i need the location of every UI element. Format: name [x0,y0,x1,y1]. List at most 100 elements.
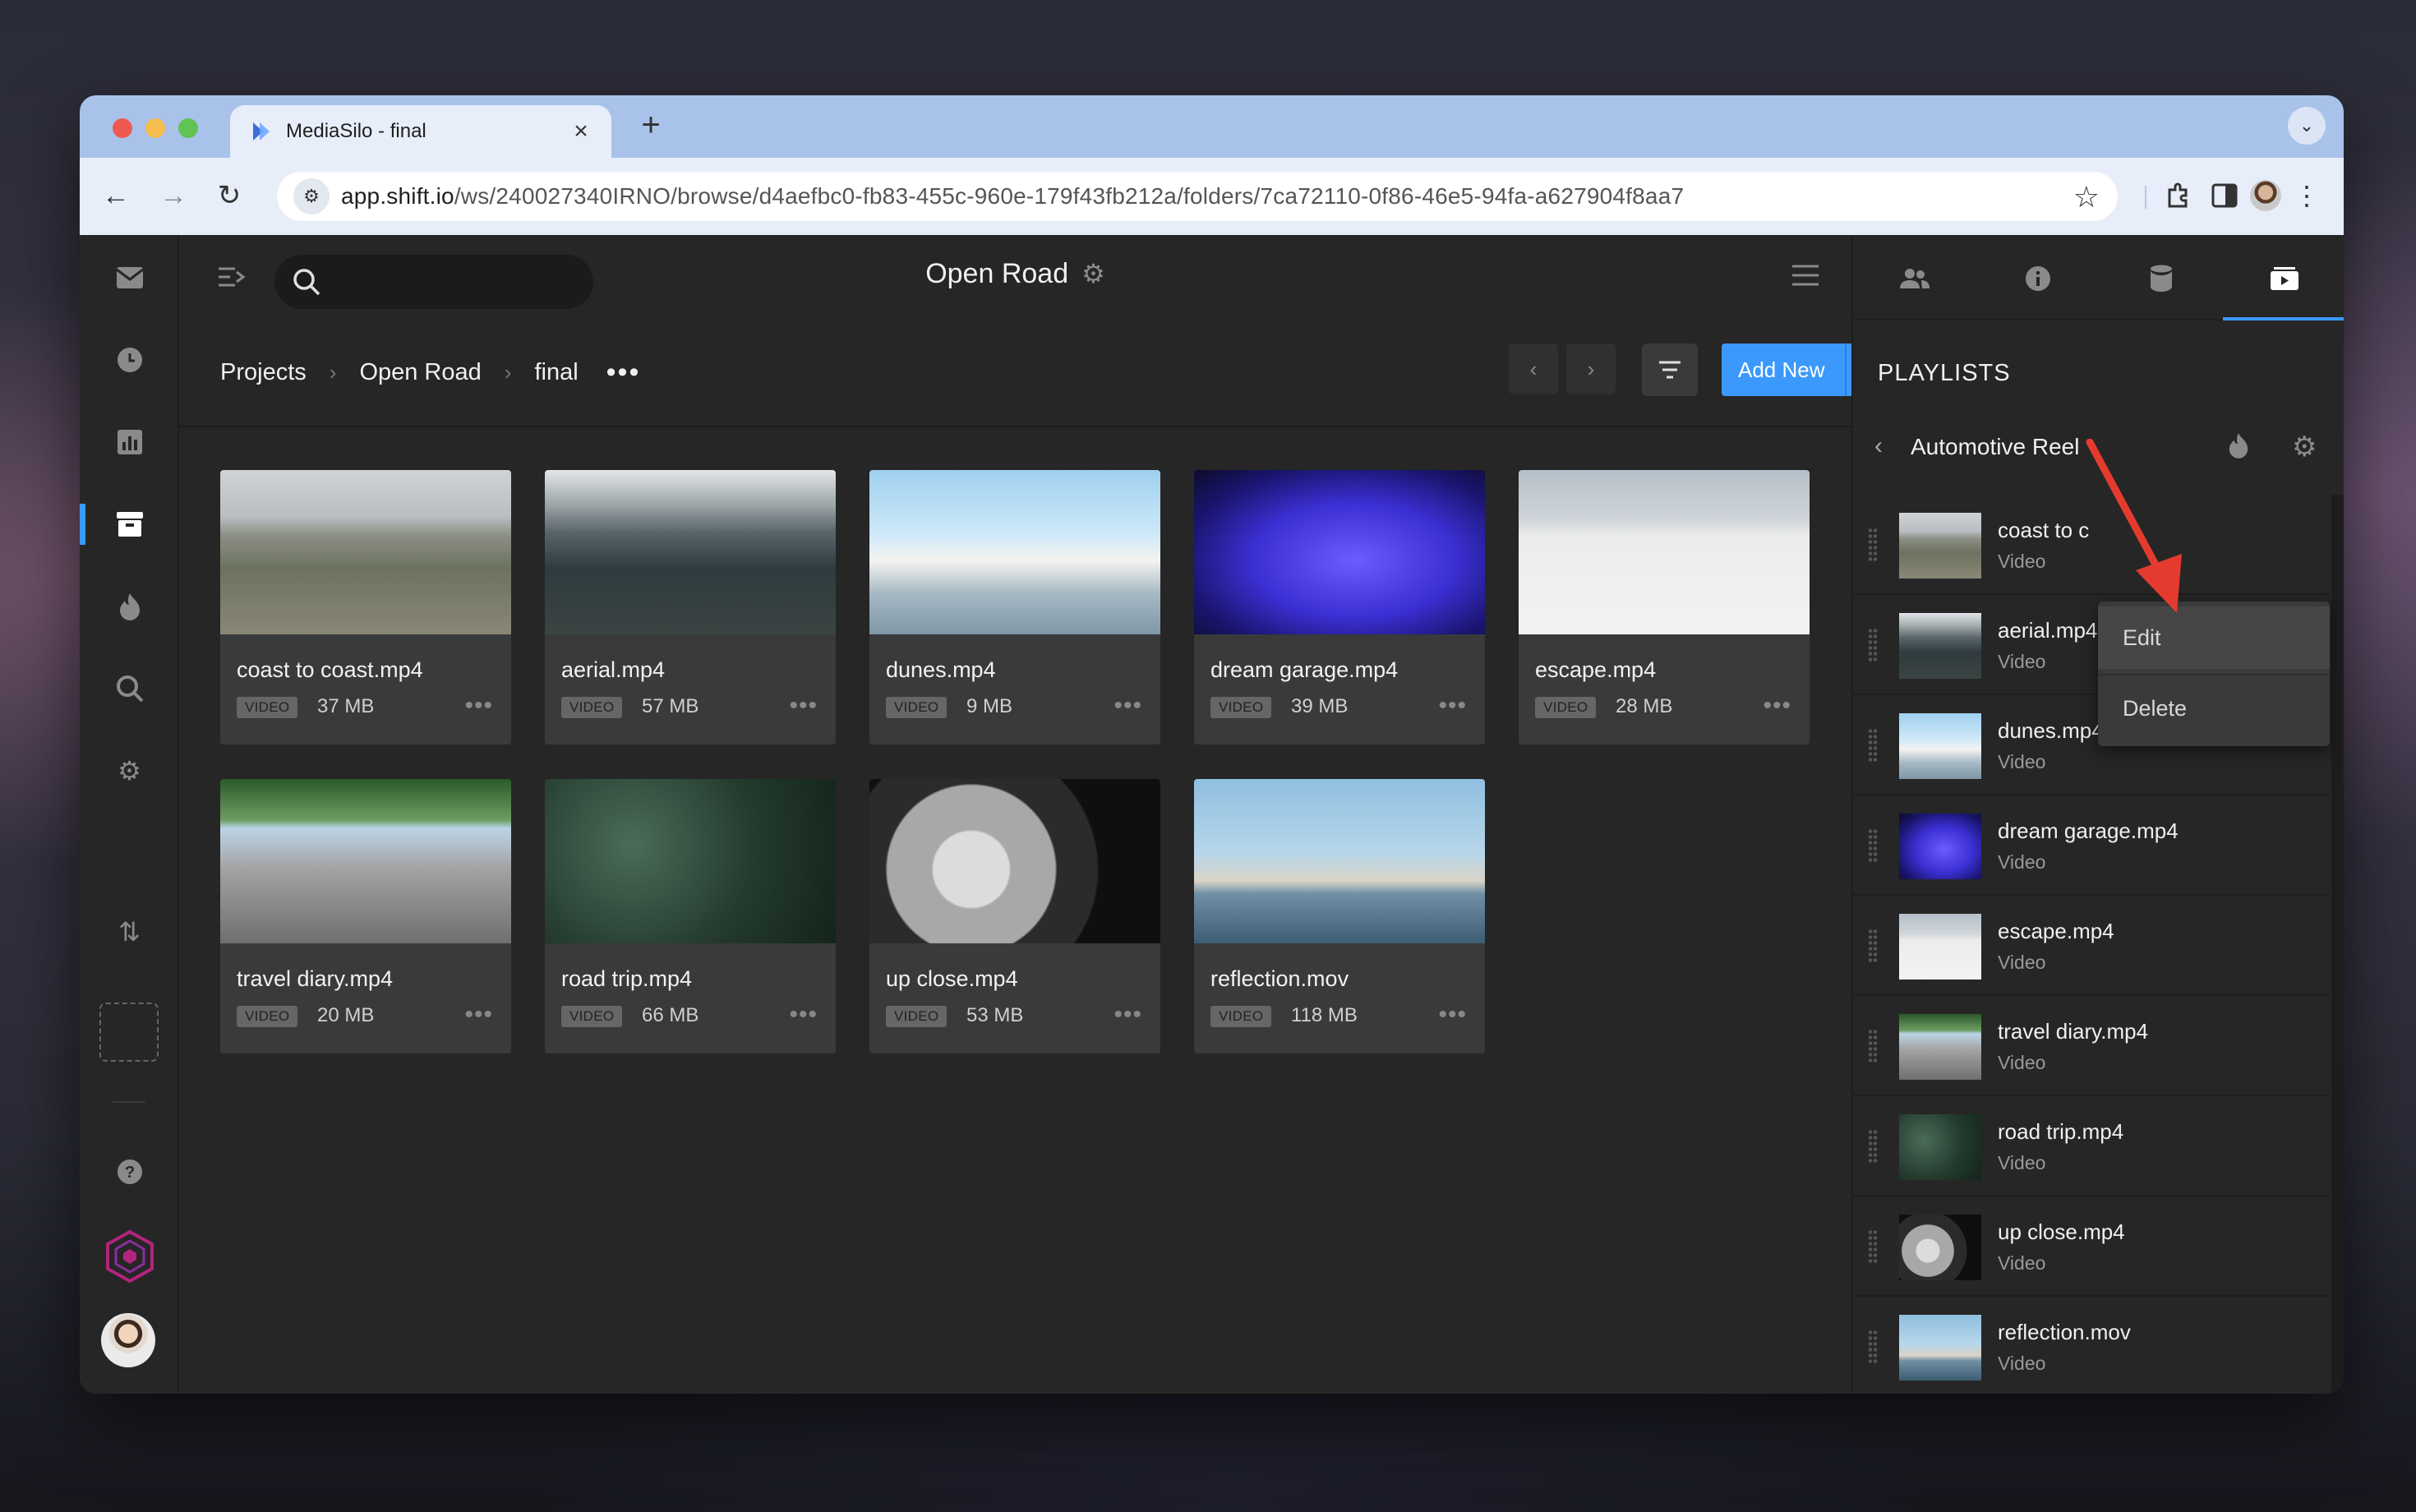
browser-tab[interactable]: MediaSilo - final × [230,105,611,158]
user-avatar[interactable] [101,1313,155,1367]
zoom-window-button[interactable] [178,118,198,138]
asset-card[interactable]: coast to coast.mp4 VIDEO 37 MB ••• [220,470,511,744]
drag-handle-icon[interactable] [1868,1129,1878,1164]
close-window-button[interactable] [113,118,132,138]
back-arrow-icon[interactable]: ← [96,176,136,215]
asset-card[interactable]: reflection.mov VIDEO 118 MB ••• [1194,779,1485,1053]
asset-thumbnail[interactable] [869,470,1160,634]
asset-name[interactable]: dunes.mp4 [886,657,996,683]
project-settings-gear-icon[interactable]: ⚙ [1081,259,1105,288]
bookmark-star-icon[interactable]: ☆ [2073,180,2100,214]
folder-more-options-icon[interactable]: ••• [606,357,641,389]
tab-database-icon[interactable] [2100,258,2223,299]
playlist-item[interactable]: reflection.mov Video [1853,1297,2330,1394]
drag-handle-icon[interactable] [1868,1229,1878,1264]
site-settings-icon[interactable]: ⚙ [293,178,330,214]
recent-clock-icon[interactable] [80,335,179,385]
search-icon[interactable] [80,664,179,713]
asset-card[interactable]: escape.mp4 VIDEO 28 MB ••• [1519,470,1810,744]
asset-name[interactable]: aerial.mp4 [561,657,665,683]
minimize-window-button[interactable] [145,118,165,138]
asset-thumbnail[interactable] [1194,779,1485,943]
asset-card[interactable]: up close.mp4 VIDEO 53 MB ••• [869,779,1160,1053]
new-tab-button[interactable]: + [630,107,671,144]
breadcrumb-projects[interactable]: Projects [220,359,307,386]
asset-thumbnail[interactable] [545,779,836,943]
asset-name[interactable]: reflection.mov [1210,966,1349,992]
asset-card[interactable]: dream garage.mp4 VIDEO 39 MB ••• [1194,470,1485,744]
breadcrumb-open-road[interactable]: Open Road [359,359,481,386]
playlist-item[interactable]: escape.mp4 Video [1853,896,2330,996]
tab-info-icon[interactable] [1976,258,2100,299]
asset-name[interactable]: escape.mp4 [1535,657,1656,683]
asset-more-options-icon[interactable]: ••• [1438,1001,1467,1029]
asset-more-options-icon[interactable]: ••• [1438,692,1467,720]
drag-handle-icon[interactable] [1868,728,1878,763]
drag-handle-icon[interactable] [1868,528,1878,562]
url-text: app.shift.io/ws/240027340IRNO/browse/d4a… [341,183,1684,210]
workspace-logo-icon[interactable] [103,1229,157,1284]
extensions-icon[interactable] [2159,176,2198,215]
asset-card[interactable]: dunes.mp4 VIDEO 9 MB ••• [869,470,1160,744]
asset-card[interactable]: aerial.mp4 VIDEO 57 MB ••• [545,470,836,744]
drag-handle-icon[interactable] [1868,828,1878,863]
forward-arrow-icon[interactable]: → [154,176,193,215]
previous-page-button[interactable]: ‹ [1509,343,1558,394]
inbox-icon[interactable] [80,253,179,302]
asset-thumbnail[interactable] [1194,470,1485,634]
chrome-menu-icon[interactable]: ⋮ [2287,176,2326,215]
asset-more-options-icon[interactable]: ••• [789,1001,818,1029]
tab-playlists-icon[interactable] [2223,258,2344,299]
url-host: app.shift.io [341,183,454,209]
menu-item-delete[interactable]: Delete [2098,677,2330,740]
reload-icon[interactable]: ↻ [210,176,249,215]
asset-thumbnail[interactable] [220,470,511,634]
panel-scrollbar[interactable] [2331,495,2344,1394]
drag-handle-icon[interactable] [1868,1029,1878,1063]
next-page-button[interactable]: › [1566,343,1616,394]
asset-name[interactable]: road trip.mp4 [561,966,692,992]
fire-icon[interactable] [80,582,179,631]
asset-name[interactable]: travel diary.mp4 [237,966,393,992]
drag-handle-icon[interactable] [1868,1330,1878,1364]
breadcrumb-final[interactable]: final [534,359,578,386]
settings-gear-icon[interactable]: ⚙ [80,746,179,795]
playlist-item[interactable]: road trip.mp4 Video [1853,1096,2330,1196]
back-chevron-icon[interactable]: ‹ [1874,432,1883,460]
tab-search-button[interactable]: ⌄ [2288,107,2326,145]
asset-name[interactable]: up close.mp4 [886,966,1018,992]
asset-thumbnail[interactable] [1519,470,1810,634]
projects-archive-icon[interactable] [80,500,179,549]
asset-name[interactable]: dream garage.mp4 [1210,657,1398,683]
filter-button[interactable] [1642,343,1698,396]
drag-handle-icon[interactable] [1868,628,1878,662]
asset-name[interactable]: coast to coast.mp4 [237,657,423,683]
asset-more-options-icon[interactable]: ••• [1113,692,1142,720]
asset-more-options-icon[interactable]: ••• [1113,1001,1142,1029]
playlist-item[interactable]: up close.mp4 Video [1853,1196,2330,1297]
playlist-item[interactable]: travel diary.mp4 Video [1853,996,2330,1096]
asset-more-options-icon[interactable]: ••• [464,692,493,720]
asset-more-options-icon[interactable]: ••• [1763,692,1791,720]
asset-thumbnail[interactable] [545,470,836,634]
playlist-fire-icon[interactable] [2228,432,2249,465]
asset-thumbnail[interactable] [869,779,1160,943]
side-panel-icon[interactable] [2205,176,2244,215]
asset-card[interactable]: travel diary.mp4 VIDEO 20 MB ••• [220,779,511,1053]
playlist-settings-gear-icon[interactable]: ⚙ [2292,431,2317,463]
asset-thumbnail[interactable] [220,779,511,943]
transfer-arrows-icon[interactable]: ⇅ [80,907,179,957]
profile-avatar-icon[interactable] [2246,176,2285,215]
address-bar[interactable]: ⚙ app.shift.io/ws/240027340IRNO/browse/d… [277,172,2118,221]
drag-handle-icon[interactable] [1868,929,1878,963]
playlist-item[interactable]: dream garage.mp4 Video [1853,795,2330,896]
asset-more-options-icon[interactable]: ••• [789,692,818,720]
upload-drop-zone[interactable] [99,1003,159,1062]
analytics-icon[interactable] [80,417,179,467]
asset-more-options-icon[interactable]: ••• [464,1001,493,1029]
list-view-icon[interactable] [1791,260,1819,294]
close-tab-icon[interactable]: × [569,118,593,145]
help-icon[interactable]: ? [80,1147,179,1196]
asset-card[interactable]: road trip.mp4 VIDEO 66 MB ••• [545,779,836,1053]
tab-people-icon[interactable] [1853,258,1976,299]
